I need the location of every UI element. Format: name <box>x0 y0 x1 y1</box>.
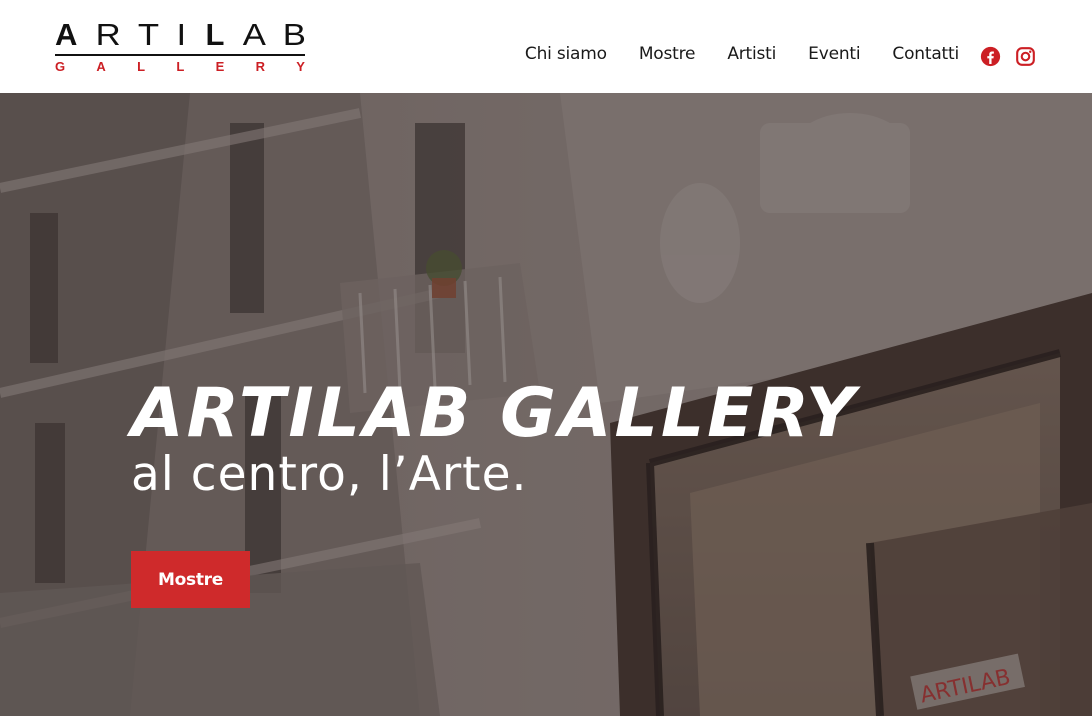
hero-subtitle: al centro, l’Arte. <box>131 447 528 502</box>
nav-item-eventi[interactable]: Eventi <box>808 44 860 64</box>
logo-letter: I <box>176 17 187 52</box>
facebook-icon[interactable] <box>980 46 1001 67</box>
logo-wordmark-bottom: G A L L E R Y <box>55 58 305 74</box>
logo-divider <box>55 54 305 56</box>
logo-letter: A <box>242 17 266 52</box>
site-header: A R T I L A B G A L L E R Y Chi siamo Mo… <box>0 0 1092 93</box>
hero-section: ARTILAB ARTILAB GALLERY al centro, l’Art… <box>0 93 1092 716</box>
logo-letter: Y <box>296 58 305 74</box>
nav-item-chi-siamo[interactable]: Chi siamo <box>525 44 607 64</box>
logo-letter: L <box>176 58 185 74</box>
logo-letter: A <box>96 58 106 74</box>
logo-letter: G <box>55 58 66 74</box>
main-nav: Chi siamo Mostre Artisti Eventi Contatti <box>525 44 959 64</box>
hero-title: ARTILAB GALLERY <box>131 374 858 453</box>
logo-letter: A <box>55 17 78 52</box>
logo-letter: L <box>137 58 146 74</box>
logo-wordmark-top: A R T I L A B <box>55 17 307 52</box>
mostre-button[interactable]: Mostre <box>131 551 250 608</box>
nav-item-contatti[interactable]: Contatti <box>892 44 959 64</box>
logo-letter: L <box>205 17 225 52</box>
logo-letter: E <box>215 58 225 74</box>
logo-letter: R <box>255 58 265 74</box>
social-links <box>980 46 1036 67</box>
logo-letter: B <box>283 17 307 52</box>
nav-item-artisti[interactable]: Artisti <box>727 44 776 64</box>
instagram-icon[interactable] <box>1015 46 1036 67</box>
nav-item-mostre[interactable]: Mostre <box>639 44 696 64</box>
logo-letter: T <box>137 17 159 52</box>
artilab-gallery-logo[interactable]: A R T I L A B G A L L E R Y <box>55 17 307 75</box>
logo-letter: R <box>95 17 121 52</box>
